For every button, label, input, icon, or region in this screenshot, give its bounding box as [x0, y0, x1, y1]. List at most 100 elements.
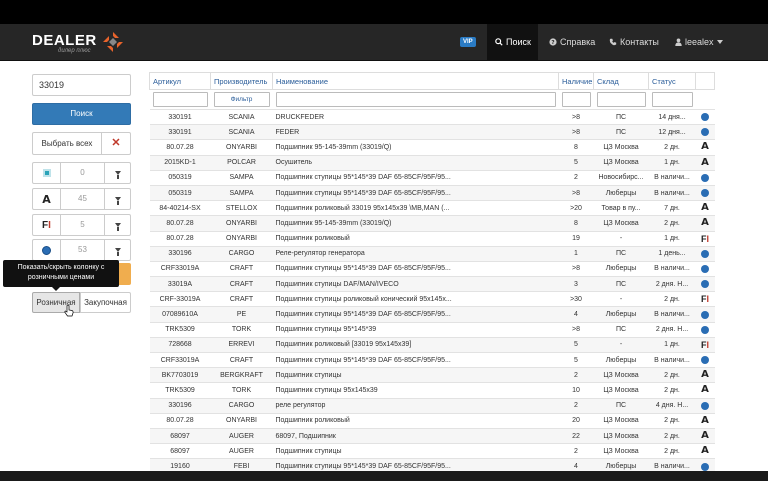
cell-maker: CRAFT: [210, 260, 273, 277]
source-filter-button[interactable]: [105, 189, 131, 209]
cell-status: 2 дня. Н...: [648, 321, 696, 338]
table-row[interactable]: CRF33019A CRAFT Подшипник ступицы 95*145*3…: [149, 260, 715, 277]
filter-warehouse-input[interactable]: [596, 92, 646, 107]
cell-warehouse: ПС: [593, 108, 649, 125]
table-row[interactable]: 07089610A PE Подшипник ступицы 95*145*39 D…: [149, 306, 715, 323]
cell-name: Подшипник роликовый [33019 95x145x39]: [272, 336, 559, 353]
cell-name: Подшипник 95-145-39mm (33019/Q): [272, 139, 559, 156]
cell-stock: 8: [558, 139, 594, 156]
content-area: 33019 Поиск Выбрать всех ✕ 0 A 45 FI 5 5…: [0, 61, 768, 474]
column-header-status[interactable]: Статус: [648, 72, 696, 90]
table-row[interactable]: 68097 AUGER Подшипник ступицы 2 ЦЗ Москва 2 д…: [149, 443, 715, 459]
square-icon: [42, 169, 51, 177]
funnel-icon: [115, 248, 121, 256]
cell-status: В наличи...: [648, 169, 696, 186]
source-toggle[interactable]: [33, 163, 61, 183]
table-row[interactable]: 050319 SAMPA Подшипник ступицы 95*145*39 D…: [149, 184, 715, 201]
table-row[interactable]: CRF33019A CRAFT Подшипник ступицы 95*145*3…: [149, 351, 715, 368]
filter-status-input[interactable]: [651, 92, 693, 107]
table-row[interactable]: BK7703019 BERGKRAFT Подшипник ступицы 2 ЦЗ М…: [149, 367, 715, 383]
cell-source: [695, 397, 715, 414]
cell-name: Подшипник ступицы 95x145x39: [272, 382, 559, 399]
filter-stock-input[interactable]: [561, 92, 591, 107]
table-row[interactable]: 33019A CRAFT Подшипник ступицы DAF/MAN/IVE…: [149, 276, 715, 292]
user-icon: [675, 38, 682, 46]
nav-contacts[interactable]: Контакты: [609, 37, 659, 47]
nav-help[interactable]: ? Справка: [549, 37, 595, 47]
cell-warehouse: Люберцы: [593, 260, 649, 277]
source-toggle[interactable]: A: [33, 189, 61, 209]
column-header-maker[interactable]: Производитель: [210, 72, 273, 90]
table-row[interactable]: TRK5309 TORK Подшипник ступицы 95*145*39 >8…: [149, 321, 715, 338]
purchase-price-tab[interactable]: Закупочная: [80, 292, 131, 313]
table-row[interactable]: 80.07.28 ONYARBI Подшипник роликовый 20 ЦЗ М…: [149, 412, 715, 429]
cell-stock: >8: [558, 321, 594, 338]
table-row[interactable]: 330196 CARGO Реле-регулятор генератора 1 ПС 1…: [149, 245, 715, 262]
cell-maker: AUGER: [210, 427, 273, 444]
cell-stock: >8: [558, 124, 594, 140]
table-row[interactable]: 80.07.28 ONYARBI Подшипник роликовый 19-1 д…: [149, 230, 715, 247]
table-row[interactable]: 68097 AUGER 68097, Подшипник 22 ЦЗ Москва 2 д…: [149, 427, 715, 444]
results-table: Артикул Производитель Наименование Налич…: [149, 72, 715, 474]
filter-maker-input[interactable]: Фильтр: [213, 92, 270, 107]
table-row[interactable]: 2015KD-1 POLCAR Осушитель 5 ЦЗ Москва 1 дн. A: [149, 154, 715, 171]
cell-stock: 2: [558, 443, 594, 459]
cell-source: [695, 108, 715, 125]
cell-source: A: [695, 427, 715, 444]
column-header-article[interactable]: Артикул: [149, 72, 211, 90]
cell-stock: 20: [558, 412, 594, 429]
cell-status: 1 дн.: [648, 336, 696, 353]
cell-warehouse: ПС: [593, 124, 649, 140]
cell-article: 80.07.28: [149, 412, 211, 429]
letter-a-icon: A: [701, 384, 709, 396]
cell-source: FI: [695, 336, 715, 353]
cell-stock: 10: [558, 382, 594, 399]
select-all-button[interactable]: Выбрать всех: [32, 132, 102, 155]
cell-source: A: [695, 412, 715, 429]
cell-article: 330196: [149, 245, 211, 262]
blue-ball-icon: [701, 401, 709, 410]
table-row[interactable]: 330196 CARGO реле регулятор 2 ПС 4 дня. Н...: [149, 397, 715, 414]
table-row[interactable]: 330191 SCANIA DRUCKFEDER >8 ПС 14 дня...: [149, 108, 715, 125]
column-header-stock[interactable]: Наличие: [558, 72, 594, 90]
vip-badge: VIP: [460, 37, 476, 47]
source-filter-button[interactable]: [105, 163, 131, 183]
filter-name-input[interactable]: [275, 92, 556, 107]
column-header-name[interactable]: Наименование: [272, 72, 559, 90]
search-button[interactable]: Поиск: [32, 103, 131, 125]
table-row[interactable]: 80.07.28 ONYARBI Подшипник 95-145-39mm (33…: [149, 139, 715, 156]
cell-source: [695, 124, 715, 140]
search-input[interactable]: 33019: [32, 74, 131, 96]
cell-article: 330191: [149, 108, 211, 125]
cell-name: Подшипник ступицы 95*145*39: [272, 321, 559, 338]
table-row[interactable]: 330191 SCANIA FEDER >8 ПС 12 дня...: [149, 124, 715, 140]
table-row[interactable]: 84-40214-SX STELLOX Подшипник роликовый 33…: [149, 200, 715, 216]
table-row[interactable]: 728668 ERREVI Подшипник роликовый [33019 9…: [149, 336, 715, 353]
cell-maker: POLCAR: [210, 154, 273, 171]
source-toggle[interactable]: [33, 240, 61, 260]
cell-maker: ERREVI: [210, 336, 273, 353]
source-filter-row: 0: [32, 162, 131, 184]
cell-stock: 8: [558, 215, 594, 231]
source-filter-button[interactable]: [105, 240, 131, 260]
hand-cursor-icon: [64, 305, 74, 317]
table-row[interactable]: 050319 SAMPA Подшипник ступицы 95*145*39 D…: [149, 169, 715, 186]
letter-a-icon: A: [701, 414, 709, 426]
logo[interactable]: DEALER: [32, 32, 97, 49]
source-toggle[interactable]: FI: [33, 215, 61, 235]
table-row[interactable]: TRK5309 TORK Подшипник ступицы 95x145x39 10…: [149, 382, 715, 399]
cell-source: A: [695, 139, 715, 156]
cell-name: 68097, Подшипник: [272, 427, 559, 444]
cell-maker: CRAFT: [210, 291, 273, 307]
nav-search[interactable]: Поиск: [495, 37, 531, 47]
clear-selection-button[interactable]: ✕: [101, 132, 131, 155]
table-row[interactable]: CRF-33019A CRAFT Подшипник ступицы роликов…: [149, 291, 715, 307]
table-row[interactable]: 80.07.28 ONYARBI Подшипник 95-145-39mm (33…: [149, 215, 715, 231]
nav-user-label: leealex: [685, 37, 714, 47]
table-header-row: Артикул Производитель Наименование Налич…: [149, 72, 715, 90]
filter-article-input[interactable]: [152, 92, 208, 107]
nav-user-menu[interactable]: leealex: [675, 37, 723, 47]
column-header-warehouse[interactable]: Склад: [593, 72, 649, 90]
source-filter-button[interactable]: [105, 215, 131, 235]
cell-stock: 1: [558, 245, 594, 262]
